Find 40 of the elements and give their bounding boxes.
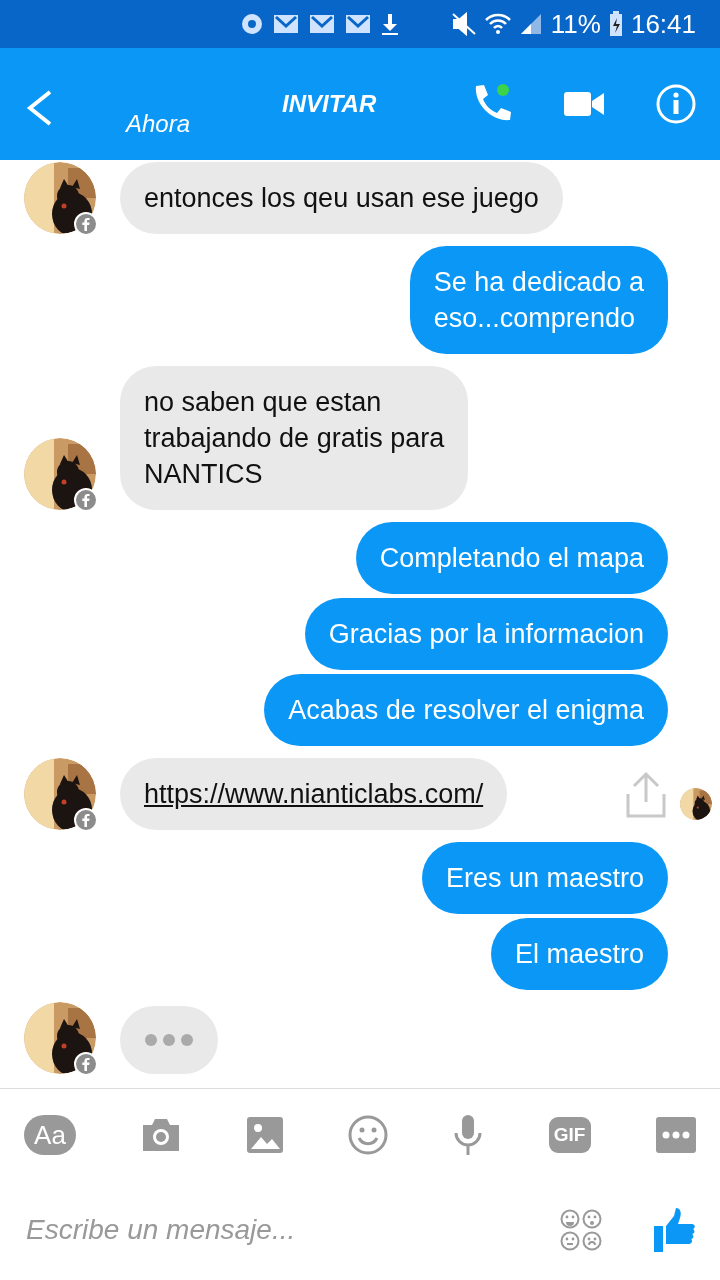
more-icon[interactable]: [655, 1116, 696, 1153]
text-style-button[interactable]: Aa: [24, 1114, 76, 1155]
message-bubble: Acabas de resolver el enigma: [264, 674, 668, 746]
emoji-icon[interactable]: [348, 1114, 388, 1155]
message-bubble: Se ha dedicado a eso...comprendo: [409, 246, 668, 354]
message-link[interactable]: https://www.nianticlabs.com/: [144, 779, 484, 809]
notification-icon: [240, 12, 264, 36]
message-bubble: Gracias por la informacion: [304, 598, 668, 670]
message-bubble: no saben que estan trabajando de gratis para NANTICS: [120, 366, 469, 510]
battery-icon: [608, 11, 623, 37]
mail-icon: [344, 12, 372, 36]
mute-icon: [450, 12, 477, 36]
microphone-icon[interactable]: [453, 1114, 484, 1155]
share-icon[interactable]: [624, 770, 668, 818]
message-input[interactable]: Escribe un mensaje...: [24, 1208, 504, 1252]
thumbs-up-icon[interactable]: [654, 1208, 696, 1252]
message-bubble: Eres un maestro: [421, 842, 668, 914]
clock-time: 16:41: [630, 7, 696, 41]
back-icon[interactable]: [24, 88, 54, 128]
gif-button[interactable]: GIF: [548, 1116, 591, 1153]
facebook-badge-icon: [74, 212, 98, 236]
mail-icon: [272, 12, 300, 36]
mail-icon: [308, 12, 336, 36]
message-bubble: Completando el mapa: [355, 522, 668, 594]
info-icon[interactable]: [656, 84, 696, 124]
wifi-icon: [484, 12, 511, 36]
seen-avatar: [680, 788, 712, 820]
message-bubble: El maestro: [490, 918, 668, 990]
image-icon[interactable]: [246, 1116, 283, 1153]
facebook-badge-icon: [74, 488, 98, 512]
message-bubble: entonces los qeu usan ese juego: [120, 162, 563, 234]
facebook-badge-icon: [74, 1052, 98, 1076]
video-camera-icon[interactable]: [564, 90, 604, 118]
invite-link[interactable]: INVITAR: [282, 86, 377, 122]
download-icon: [380, 12, 400, 36]
camera-icon[interactable]: [141, 1116, 182, 1153]
facebook-badge-icon: [74, 808, 98, 832]
battery-percent: 11%: [550, 7, 601, 41]
emoji-faces-icon[interactable]: [560, 1209, 602, 1251]
active-status: Ahora: [126, 109, 191, 139]
